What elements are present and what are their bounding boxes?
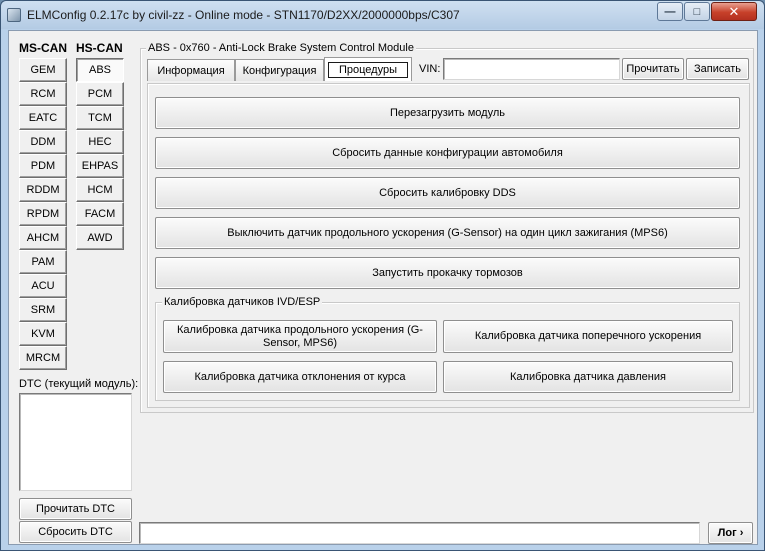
ms-module-pam[interactable]: PAM: [19, 250, 67, 274]
read-dtc-button[interactable]: Прочитать DTC: [19, 498, 132, 520]
reboot-module-button[interactable]: Перезагрузить модуль: [155, 97, 740, 129]
vin-read-button[interactable]: Прочитать: [622, 58, 684, 80]
hs-module-ehpas[interactable]: EHPAS: [76, 154, 124, 178]
calibrate-lateral-accel-button[interactable]: Калибровка датчика поперечного ускорения: [443, 320, 733, 353]
title-bar[interactable]: ELMConfig 0.2.17c by civil-zz - Online m…: [1, 1, 764, 29]
tab-procedures-label: Процедуры: [327, 61, 408, 78]
minimize-icon: —: [664, 5, 676, 18]
ms-module-srm[interactable]: SRM: [19, 298, 67, 322]
hs-module-tcm[interactable]: TCM: [76, 106, 124, 130]
brake-bleed-button[interactable]: Запустить прокачку тормозов: [155, 257, 740, 289]
close-button[interactable]: ✕: [711, 2, 757, 21]
client-area: MS-CAN HS-CAN GEM RCM EATC DDM PDM RDDM RPDM AH…: [8, 30, 758, 545]
ms-module-gem[interactable]: GEM: [19, 58, 67, 82]
reset-vehicle-config-button[interactable]: Сбросить данные конфигурации автомобиля: [155, 137, 740, 169]
dtc-list[interactable]: [19, 393, 132, 491]
ms-module-rpdm[interactable]: RPDM: [19, 202, 67, 226]
ms-module-eatc[interactable]: EATC: [19, 106, 67, 130]
vin-write-button[interactable]: Записать: [686, 58, 749, 80]
vin-label: VIN:: [419, 63, 441, 75]
hs-module-awd[interactable]: AWD: [76, 226, 124, 250]
log-button[interactable]: Лог ›: [708, 522, 753, 544]
hs-module-hcm[interactable]: HCM: [76, 178, 124, 202]
calibrate-longitudinal-accel-button[interactable]: Калибровка датчика продольного ускорения…: [163, 320, 437, 353]
app-icon: [7, 8, 21, 22]
calibrate-pressure-button[interactable]: Калибровка датчика давления: [443, 361, 733, 393]
ms-module-rcm[interactable]: RCM: [19, 82, 67, 106]
ms-can-header: MS-CAN: [19, 41, 67, 55]
hs-module-pcm[interactable]: PCM: [76, 82, 124, 106]
close-icon: ✕: [728, 3, 740, 19]
main-window: ELMConfig 0.2.17c by civil-zz - Online m…: [0, 0, 765, 551]
clear-dtc-button[interactable]: Сбросить DTC: [19, 521, 132, 543]
dtc-label: DTC (текущий модуль):: [19, 378, 139, 390]
module-title: ABS - 0x760 - Anti-Lock Brake System Con…: [146, 42, 416, 54]
calibration-group-title: Калибровка датчиков IVD/ESP: [162, 296, 323, 308]
tab-config[interactable]: Конфигурация: [235, 59, 324, 81]
status-field[interactable]: [139, 522, 700, 544]
vin-input[interactable]: [443, 58, 620, 80]
tab-procedures[interactable]: Процедуры: [324, 57, 412, 81]
ms-module-mrcm[interactable]: MRCM: [19, 346, 67, 370]
ms-module-ahcm[interactable]: AHCM: [19, 226, 67, 250]
hs-module-abs[interactable]: ABS: [76, 58, 124, 82]
ms-module-pdm[interactable]: PDM: [19, 154, 67, 178]
ms-module-ddm[interactable]: DDM: [19, 130, 67, 154]
tab-info[interactable]: Информация: [147, 59, 235, 81]
calibrate-yaw-rate-button[interactable]: Калибровка датчика отклонения от курса: [163, 361, 437, 393]
ms-module-acu[interactable]: ACU: [19, 274, 67, 298]
ms-module-kvm[interactable]: KVM: [19, 322, 67, 346]
hs-module-facm[interactable]: FACM: [76, 202, 124, 226]
minimize-button[interactable]: —: [657, 2, 683, 21]
maximize-icon: □: [693, 5, 701, 18]
tab-config-label: Конфигурация: [242, 64, 317, 77]
maximize-button[interactable]: □: [684, 2, 710, 21]
reset-dds-calibration-button[interactable]: Сбросить калибровку DDS: [155, 177, 740, 209]
tab-info-label: Информация: [157, 64, 225, 77]
window-title: ELMConfig 0.2.17c by civil-zz - Online m…: [27, 8, 460, 22]
disable-g-sensor-button[interactable]: Выключить датчик продольного ускорения (…: [155, 217, 740, 249]
hs-can-header: HS-CAN: [76, 41, 123, 55]
hs-module-hec[interactable]: HEC: [76, 130, 124, 154]
ms-module-rddm[interactable]: RDDM: [19, 178, 67, 202]
